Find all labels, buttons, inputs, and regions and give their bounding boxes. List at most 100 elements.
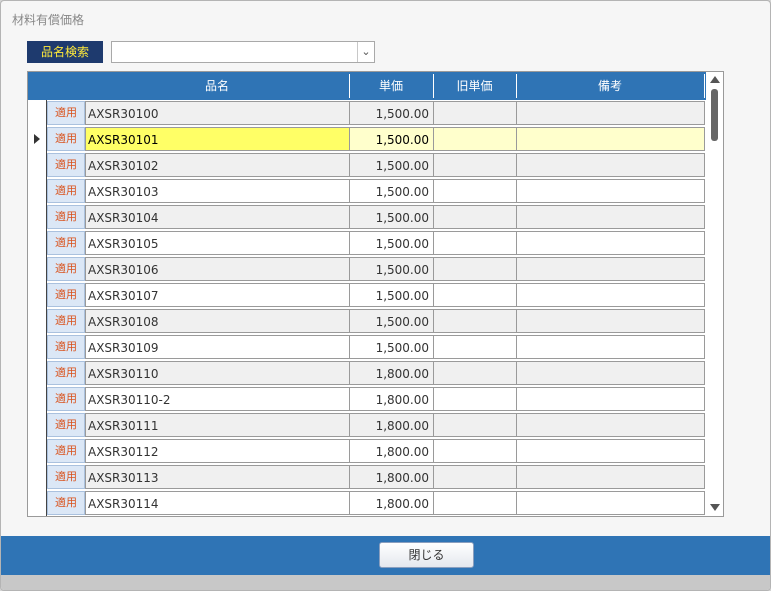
scrollbar-thumb[interactable] [711, 89, 718, 141]
cell-price[interactable]: 1,800.00 [349, 491, 434, 515]
cell-name[interactable]: AXSR30114 [85, 491, 350, 515]
apply-button[interactable]: 適用 [47, 257, 85, 281]
cell-old-price[interactable] [433, 205, 517, 229]
cell-note[interactable] [516, 413, 705, 437]
column-header-name[interactable]: 品名 [85, 74, 350, 98]
row-header[interactable] [28, 334, 47, 360]
table-row[interactable]: 適用 AXSR30106 1,500.00 [28, 256, 706, 282]
cell-name[interactable]: AXSR30109 [85, 335, 350, 359]
row-header[interactable] [28, 100, 47, 126]
cell-note[interactable] [516, 257, 705, 281]
cell-note[interactable] [516, 283, 705, 307]
table-row[interactable]: 適用 AXSR30113 1,800.00 [28, 464, 706, 490]
row-header[interactable] [28, 230, 47, 256]
cell-note[interactable] [516, 465, 705, 489]
apply-button[interactable]: 適用 [47, 361, 85, 385]
cell-price[interactable]: 1,500.00 [349, 335, 434, 359]
cell-price[interactable]: 1,800.00 [349, 465, 434, 489]
cell-name[interactable]: AXSR30111 [85, 413, 350, 437]
apply-button[interactable]: 適用 [47, 153, 85, 177]
cell-price[interactable]: 1,500.00 [349, 127, 434, 151]
cell-old-price[interactable] [433, 465, 517, 489]
cell-name[interactable]: AXSR30108 [85, 309, 350, 333]
cell-name[interactable]: AXSR30104 [85, 205, 350, 229]
apply-button[interactable]: 適用 [47, 231, 85, 255]
table-row[interactable]: 適用 AXSR30105 1,500.00 [28, 230, 706, 256]
cell-old-price[interactable] [433, 179, 517, 203]
apply-button[interactable]: 適用 [47, 335, 85, 359]
cell-price[interactable]: 1,500.00 [349, 153, 434, 177]
cell-name[interactable]: AXSR30110 [85, 361, 350, 385]
row-header[interactable] [28, 126, 47, 152]
apply-button[interactable]: 適用 [47, 127, 85, 151]
row-header[interactable] [28, 178, 47, 204]
apply-button[interactable]: 適用 [47, 179, 85, 203]
row-header[interactable] [28, 256, 47, 282]
table-row[interactable]: 適用 AXSR30109 1,500.00 [28, 334, 706, 360]
cell-name[interactable]: AXSR30107 [85, 283, 350, 307]
cell-name[interactable]: AXSR30105 [85, 231, 350, 255]
cell-note[interactable] [516, 439, 705, 463]
close-button[interactable]: 閉じる [379, 542, 474, 568]
table-row[interactable]: 適用 AXSR30100 1,500.00 [28, 100, 706, 126]
cell-old-price[interactable] [433, 491, 517, 515]
cell-note[interactable] [516, 205, 705, 229]
product-search-combobox[interactable]: ⌄ [111, 41, 375, 63]
cell-old-price[interactable] [433, 335, 517, 359]
apply-button[interactable]: 適用 [47, 387, 85, 411]
cell-old-price[interactable] [433, 153, 517, 177]
cell-name[interactable]: AXSR30112 [85, 439, 350, 463]
cell-note[interactable] [516, 127, 705, 151]
table-row[interactable]: 適用 AXSR30114 1,800.00 [28, 490, 706, 516]
table-row[interactable]: 適用 AXSR30110 1,800.00 [28, 360, 706, 386]
cell-note[interactable] [516, 309, 705, 333]
cell-old-price[interactable] [433, 101, 517, 125]
row-header[interactable] [28, 490, 47, 516]
table-row[interactable]: 適用 AXSR30110-2 1,800.00 [28, 386, 706, 412]
cell-price[interactable]: 1,500.00 [349, 309, 434, 333]
row-header[interactable] [28, 152, 47, 178]
cell-name[interactable]: AXSR30100 [85, 101, 350, 125]
apply-button[interactable]: 適用 [47, 101, 85, 125]
cell-price[interactable]: 1,800.00 [349, 413, 434, 437]
column-header-old-price[interactable]: 旧単価 [433, 74, 517, 98]
cell-price[interactable]: 1,500.00 [349, 283, 434, 307]
apply-button[interactable]: 適用 [47, 491, 85, 515]
row-header[interactable] [28, 282, 47, 308]
apply-button[interactable]: 適用 [47, 309, 85, 333]
cell-price[interactable]: 1,800.00 [349, 387, 434, 411]
cell-price[interactable]: 1,500.00 [349, 231, 434, 255]
chevron-down-icon[interactable]: ⌄ [357, 42, 374, 62]
cell-old-price[interactable] [433, 283, 517, 307]
cell-note[interactable] [516, 153, 705, 177]
cell-name[interactable]: AXSR30102 [85, 153, 350, 177]
cell-note[interactable] [516, 101, 705, 125]
scroll-down-arrow-icon[interactable] [710, 504, 720, 511]
row-header[interactable] [28, 204, 47, 230]
cell-price[interactable]: 1,800.00 [349, 439, 434, 463]
apply-button[interactable]: 適用 [47, 439, 85, 463]
cell-old-price[interactable] [433, 439, 517, 463]
cell-old-price[interactable] [433, 387, 517, 411]
row-header[interactable] [28, 438, 47, 464]
cell-name[interactable]: AXSR30101 [85, 127, 350, 151]
cell-price[interactable]: 1,500.00 [349, 101, 434, 125]
table-row[interactable]: 適用 AXSR30111 1,800.00 [28, 412, 706, 438]
cell-name[interactable]: AXSR30110-2 [85, 387, 350, 411]
cell-old-price[interactable] [433, 361, 517, 385]
table-row[interactable]: 適用 AXSR30112 1,800.00 [28, 438, 706, 464]
column-header-price[interactable]: 単価 [349, 74, 434, 98]
row-header[interactable] [28, 386, 47, 412]
scroll-up-arrow-icon[interactable] [710, 76, 720, 83]
cell-price[interactable]: 1,500.00 [349, 179, 434, 203]
cell-old-price[interactable] [433, 257, 517, 281]
table-row[interactable]: 適用 AXSR30107 1,500.00 [28, 282, 706, 308]
cell-price[interactable]: 1,800.00 [349, 361, 434, 385]
cell-old-price[interactable] [433, 127, 517, 151]
cell-note[interactable] [516, 335, 705, 359]
cell-name[interactable]: AXSR30106 [85, 257, 350, 281]
apply-button[interactable]: 適用 [47, 283, 85, 307]
cell-note[interactable] [516, 231, 705, 255]
row-header[interactable] [28, 412, 47, 438]
vertical-scrollbar[interactable] [706, 72, 723, 516]
